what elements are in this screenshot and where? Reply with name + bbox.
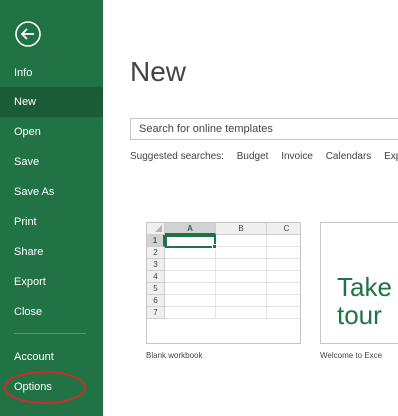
- sidebar-item-share[interactable]: Share: [0, 237, 103, 267]
- row-header-4: 4: [147, 271, 165, 283]
- grid-cell: [216, 307, 267, 319]
- grid-cell: [267, 307, 300, 319]
- grid-cell: [216, 295, 267, 307]
- blank-workbook-template[interactable]: A B C 1 2 3 4 5 6 7: [146, 222, 301, 344]
- page-title: New: [130, 56, 187, 87]
- grid-cell: [165, 247, 216, 259]
- suggested-search-budget[interactable]: Budget: [237, 151, 269, 162]
- suggested-search-calendars[interactable]: Calendars: [326, 151, 372, 162]
- grid-cell: [165, 307, 216, 319]
- backstage-sidebar: Info New Open Save Save As Print Share E…: [0, 0, 103, 416]
- grid-cell: [165, 271, 216, 283]
- column-header-b: B: [216, 223, 267, 235]
- sidebar-item-options[interactable]: Options: [0, 372, 103, 402]
- blank-workbook-label: Blank workbook: [146, 351, 203, 360]
- row-header-1: 1: [147, 235, 165, 247]
- sidebar-item-save-as[interactable]: Save As: [0, 177, 103, 207]
- sidebar-item-close[interactable]: Close: [0, 297, 103, 327]
- welcome-tour-label: Welcome to Exce: [320, 351, 383, 360]
- grid-cell: [267, 295, 300, 307]
- sidebar-item-new[interactable]: New: [0, 87, 103, 117]
- fill-handle: [212, 244, 217, 249]
- grid-cell: [216, 235, 267, 247]
- template-search-box[interactable]: [130, 118, 398, 140]
- suggested-searches-label: Suggested searches:: [130, 151, 224, 162]
- grid-cell: [165, 295, 216, 307]
- tour-line-2: tour: [337, 300, 382, 330]
- row-header-6: 6: [147, 295, 165, 307]
- select-all-corner: [147, 223, 165, 235]
- grid-cell: [165, 259, 216, 271]
- column-header-a: A: [165, 223, 216, 235]
- sidebar-item-account[interactable]: Account: [0, 342, 103, 372]
- tour-preview-text: Take tour: [337, 273, 392, 329]
- sidebar-item-export[interactable]: Export: [0, 267, 103, 297]
- sidebar-item-info[interactable]: Info: [0, 58, 103, 88]
- grid-cell: [216, 271, 267, 283]
- grid-cell: [216, 247, 267, 259]
- grid-cell: [267, 247, 300, 259]
- grid-cell: [216, 259, 267, 271]
- template-search-input[interactable]: [131, 119, 398, 139]
- grid-cell: [267, 271, 300, 283]
- row-header-5: 5: [147, 283, 165, 295]
- row-header-7: 7: [147, 307, 165, 319]
- row-header-2: 2: [147, 247, 165, 259]
- suggested-search-invoice[interactable]: Invoice: [281, 151, 313, 162]
- grid-cell: [165, 283, 216, 295]
- row-header-3: 3: [147, 259, 165, 271]
- welcome-tour-template[interactable]: Take tour: [320, 222, 398, 344]
- column-header-c: C: [267, 223, 300, 235]
- suggested-search-expenses[interactable]: Exp: [384, 151, 398, 162]
- sidebar-divider: [14, 333, 86, 334]
- active-cell-a1: [165, 235, 217, 249]
- sidebar-item-print[interactable]: Print: [0, 207, 103, 237]
- grid-cell: [216, 283, 267, 295]
- tour-line-1: Take: [337, 272, 392, 302]
- sidebar-item-save[interactable]: Save: [0, 147, 103, 177]
- grid-cell: [267, 283, 300, 295]
- suggested-searches: Suggested searches: Budget Invoice Calen…: [130, 151, 398, 162]
- grid-cell: [267, 259, 300, 271]
- back-arrow-icon[interactable]: [14, 20, 42, 48]
- grid-cell: [267, 235, 300, 247]
- sidebar-item-open[interactable]: Open: [0, 117, 103, 147]
